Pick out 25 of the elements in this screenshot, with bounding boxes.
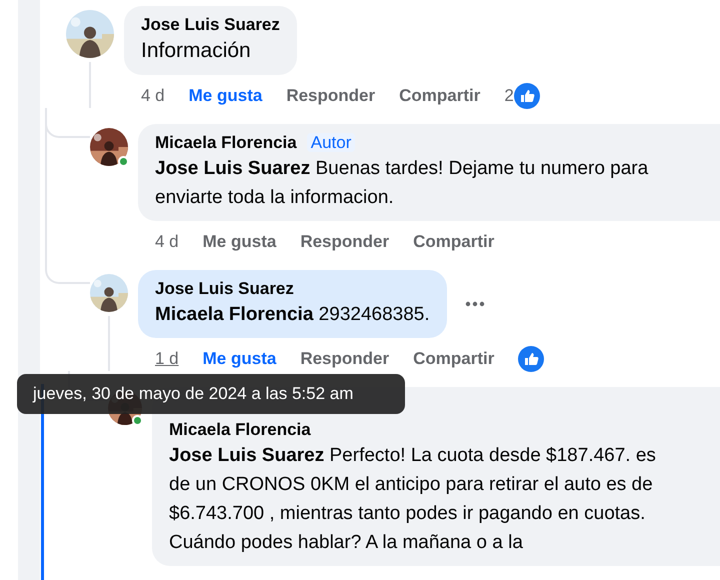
author-name[interactable]: Jose Luis Suarez (155, 279, 294, 298)
share-button[interactable]: Compartir (413, 346, 494, 372)
reply-button[interactable]: Responder (300, 229, 390, 255)
author-badge: Autor (306, 133, 356, 152)
comment-text: Información (141, 38, 252, 64)
like-button[interactable]: Me gusta (202, 229, 276, 255)
author-name[interactable]: Micaela Florencia (169, 420, 311, 439)
reply-button[interactable]: Responder (286, 83, 376, 109)
date-tooltip: jueves, 30 de mayo de 2024 a las 5:52 am (17, 374, 405, 414)
reaction-count: 2 (504, 85, 514, 108)
timestamp-link[interactable]: 4 d (141, 83, 165, 109)
comment-text: Micaela Florencia 2932468385. (155, 303, 430, 327)
thread-connector (45, 254, 90, 284)
timestamp-link[interactable]: 1 d (155, 346, 179, 372)
share-button[interactable]: Compartir (413, 229, 494, 255)
reply-button[interactable]: Responder (300, 346, 390, 372)
comment-text: Jose Luis Suarez Perfecto! La cuota desde $187.467. es de un CRONOS 0KM el anticipo para retirar el auto es de $6.743.700 , mientras tanto podes ir pagando en cuotas. Cuándo podes hablar? A la mañana o a la (169, 444, 657, 555)
author-name[interactable]: Micaela Florencia (155, 133, 297, 152)
more-icon (464, 300, 485, 307)
like-button[interactable]: Me gusta (188, 83, 262, 109)
timestamp-link[interactable]: 4 d (155, 229, 179, 255)
like-button[interactable]: Me gusta (202, 346, 276, 372)
share-button[interactable]: Compartir (399, 83, 480, 109)
author-name[interactable]: Jose Luis Suarez (141, 15, 280, 34)
comment-text: Jose Luis Suarez Buenas tardes! Dejame tu numero para enviarte toda la informacion. (155, 157, 650, 210)
